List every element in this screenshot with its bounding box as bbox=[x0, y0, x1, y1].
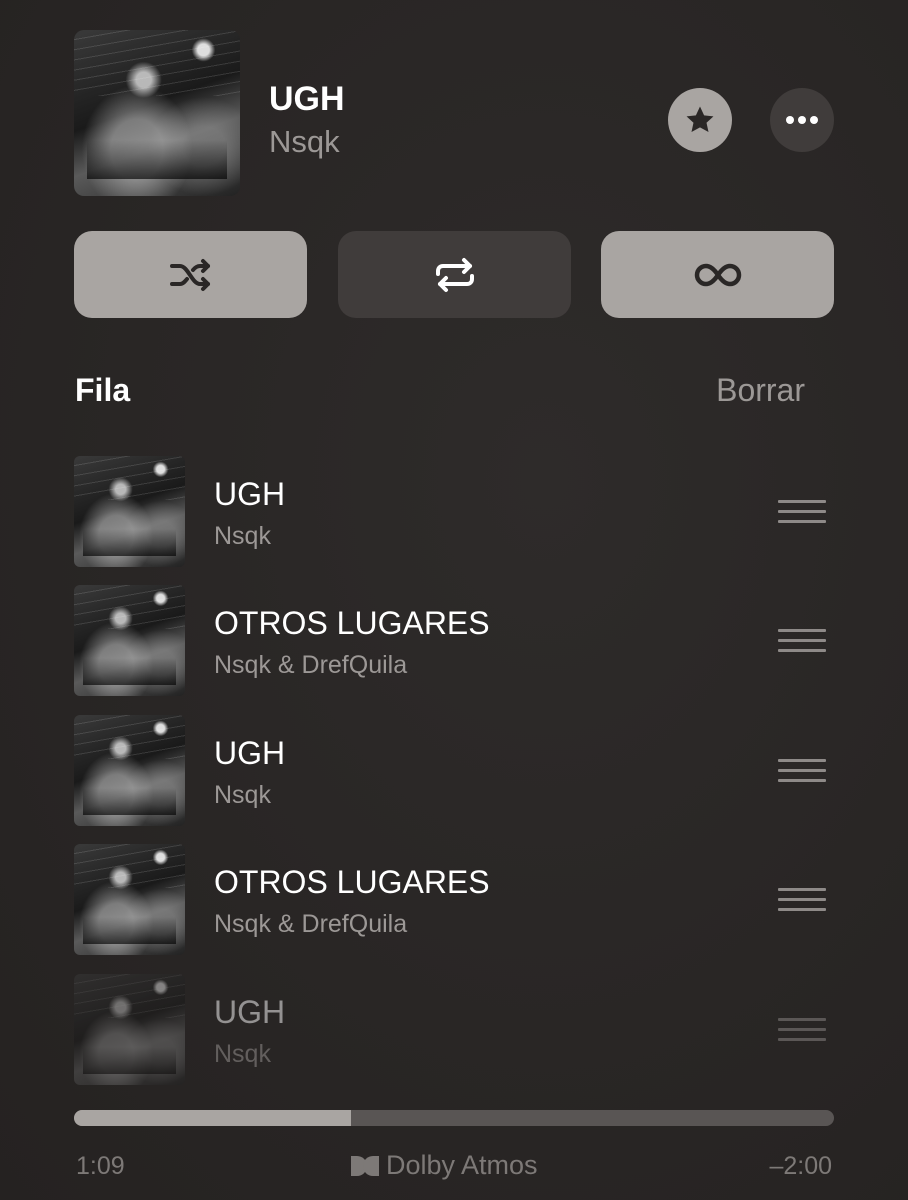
progress-fill bbox=[74, 1110, 352, 1126]
repeat-button[interactable] bbox=[338, 231, 571, 318]
clear-queue-button[interactable]: Borrar bbox=[716, 372, 805, 409]
drag-handle-icon[interactable] bbox=[778, 759, 826, 783]
queue-item[interactable]: OTROS LUGARES Nsqk & DrefQuila bbox=[0, 844, 908, 956]
drag-handle-icon[interactable] bbox=[778, 888, 826, 912]
queue-item[interactable]: OTROS LUGARES Nsqk & DrefQuila bbox=[0, 585, 908, 697]
queue-item[interactable]: UGH Nsqk bbox=[0, 456, 908, 568]
drag-handle-icon[interactable] bbox=[778, 629, 826, 653]
drag-handle-icon[interactable] bbox=[778, 1018, 826, 1042]
queue-item-artist: Nsqk bbox=[214, 522, 271, 550]
queue-item-artist: Nsqk bbox=[214, 781, 271, 809]
queue-item-artist: Nsqk & DrefQuila bbox=[214, 651, 408, 679]
queue-item-artist: Nsqk bbox=[214, 1040, 271, 1068]
track-artist[interactable]: Nsqk bbox=[269, 124, 340, 160]
shuffle-icon bbox=[169, 258, 210, 291]
ellipsis-icon bbox=[786, 116, 818, 124]
repeat-icon bbox=[435, 257, 474, 292]
progress-slider[interactable] bbox=[74, 1110, 834, 1126]
queue-item-artwork bbox=[74, 844, 185, 955]
queue-item-title: UGH bbox=[214, 735, 286, 771]
queue-item-title: OTROS LUGARES bbox=[214, 605, 490, 641]
album-art bbox=[74, 30, 240, 196]
drag-handle-icon[interactable] bbox=[778, 500, 826, 524]
queue-item-artwork bbox=[74, 456, 185, 567]
audio-format-label: Dolby Atmos bbox=[386, 1150, 538, 1180]
shuffle-button[interactable] bbox=[74, 231, 307, 318]
queue-item-title: UGH bbox=[214, 994, 286, 1030]
queue-item-artwork bbox=[74, 585, 185, 696]
queue-item[interactable]: UGH Nsqk bbox=[0, 715, 908, 827]
star-icon bbox=[686, 106, 714, 133]
queue-item-title: OTROS LUGARES bbox=[214, 864, 490, 900]
queue-item-artwork bbox=[74, 974, 185, 1085]
favorite-button[interactable] bbox=[668, 88, 732, 152]
dolby-icon bbox=[351, 1155, 379, 1176]
queue-item-title: UGH bbox=[214, 476, 286, 512]
elapsed-time: 1:09 bbox=[76, 1152, 125, 1180]
autoplay-button[interactable] bbox=[601, 231, 834, 318]
queue-item-artist: Nsqk & DrefQuila bbox=[214, 910, 408, 938]
track-title: UGH bbox=[269, 80, 345, 118]
queue-item-artwork bbox=[74, 715, 185, 826]
queue-title: Fila bbox=[75, 372, 131, 408]
more-options-button[interactable] bbox=[770, 88, 834, 152]
queue-item[interactable]: UGH Nsqk bbox=[0, 974, 908, 1086]
audio-format-badge: Dolby Atmos bbox=[350, 1150, 538, 1181]
remaining-time: –2:00 bbox=[769, 1152, 832, 1180]
infinity-icon bbox=[694, 263, 741, 286]
